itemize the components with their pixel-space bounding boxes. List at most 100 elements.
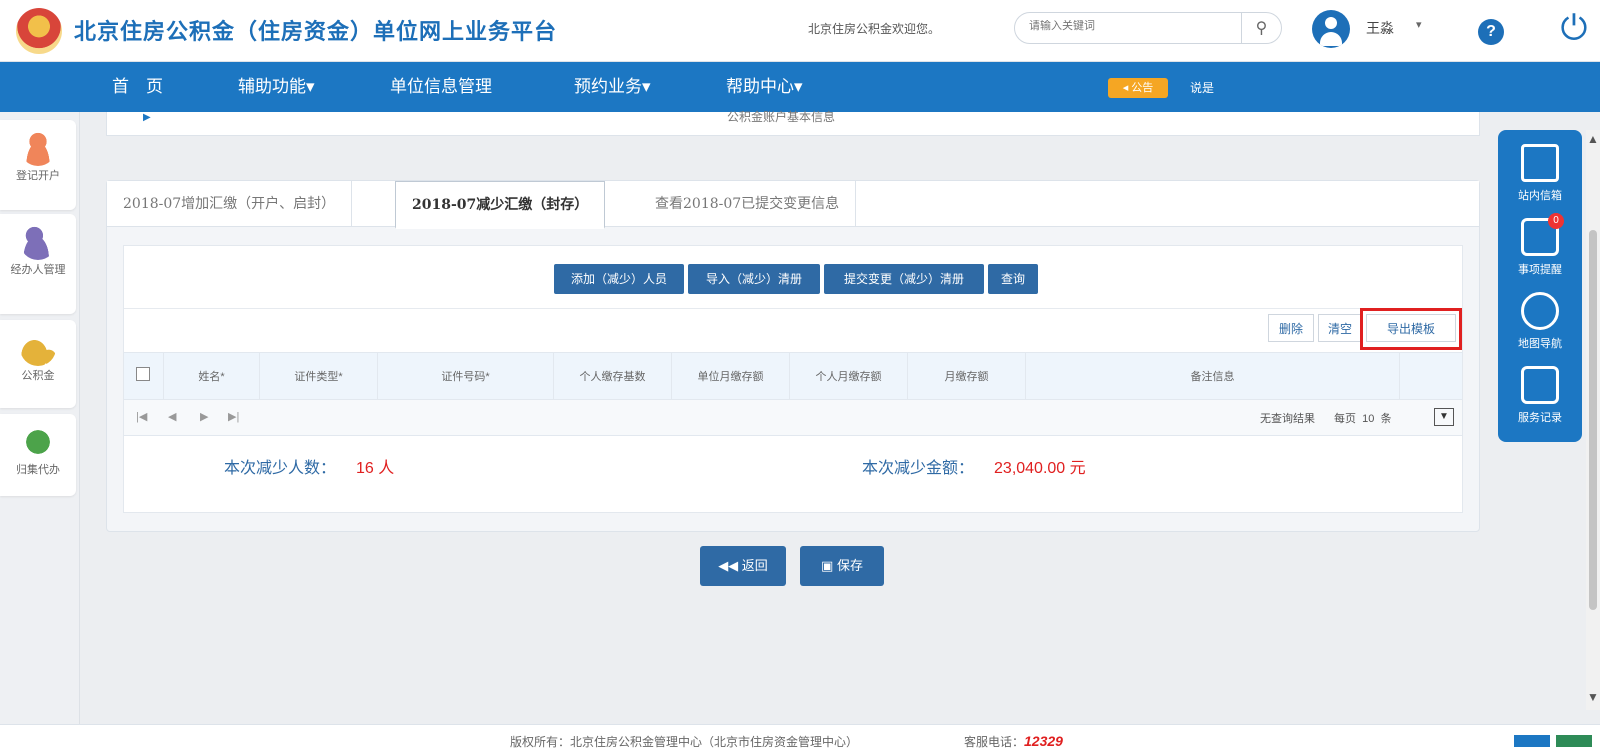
rp-label: 服务记录 <box>1518 412 1562 424</box>
table-pager: |◀ ◀ ▶ ▶| 无查询结果 每页 10 条 ▼ <box>124 400 1462 436</box>
coins-icon <box>20 330 56 366</box>
rp-label: 站内信箱 <box>1518 190 1562 202</box>
sidebar-item-operators[interactable]: 经办人管理 <box>0 214 76 314</box>
calculator-icon <box>1521 366 1559 404</box>
top-header: 北京住房公积金（住房资金）单位网上业务平台 北京住房公积金欢迎您。 ⚲ 王淼 ▾… <box>0 0 1600 62</box>
column-header[interactable]: 个人月缴存额 <box>790 353 908 401</box>
user-avatar-icon[interactable] <box>1312 10 1350 48</box>
tab-increase[interactable]: 2018-07增加汇缴（开户、启封） <box>107 181 353 227</box>
back-button[interactable]: ◀◀ 返回 <box>700 546 786 586</box>
sidebar-item-register[interactable]: 登记开户 <box>0 120 76 210</box>
tab-bar: 2018-07增加汇缴（开户、启封） 2018-07减少汇缴（封存） 查看201… <box>107 181 1479 229</box>
search-input[interactable] <box>1029 20 1239 32</box>
logout-power-icon[interactable]: ⏻ <box>1554 8 1594 48</box>
decrease-panel: 添加（减少）人员 导入（减少）清册 提交变更（减少）清册 查询 删除 清空 导出… <box>123 245 1463 513</box>
notice-badge-label: 公告 <box>1131 82 1154 94</box>
hotline-label: 客服电话： <box>964 735 1025 749</box>
decrease-count-label: 本次减少人数： <box>224 460 337 477</box>
nav-item-unit-info[interactable]: 单位信息管理 <box>390 62 492 112</box>
per-page-dropdown[interactable]: ▼ <box>1434 408 1454 426</box>
next-page-icon[interactable]: ▶ <box>200 410 208 423</box>
search-icon[interactable]: ⚲ <box>1241 13 1281 43</box>
last-page-icon[interactable]: ▶| <box>228 410 239 423</box>
prev-page-icon[interactable]: ◀ <box>168 410 176 423</box>
column-header[interactable]: 月缴存额 <box>908 353 1026 401</box>
service-record-item[interactable]: 服务记录 <box>1498 366 1582 425</box>
sidebar-label: 公积金 <box>21 370 55 382</box>
rewind-icon: ◀◀ <box>718 558 742 573</box>
megaphone-icon: ◂ <box>1122 82 1132 94</box>
user-name[interactable]: 王淼 <box>1366 18 1394 38</box>
tab-submitted[interactable]: 查看2018-07已提交变更信息 <box>639 181 857 227</box>
user-edit-icon <box>20 130 56 166</box>
right-floating-panel: 站内信箱 0 事项提醒 地图导航 服务记录 <box>1498 130 1582 442</box>
nav-item-home[interactable]: 首 页 <box>112 62 163 112</box>
per-page-value: 10 <box>1362 413 1375 425</box>
first-page-icon[interactable]: |◀ <box>136 410 147 423</box>
users-icon <box>20 224 56 260</box>
mailbox-item[interactable]: 站内信箱 <box>1498 144 1582 203</box>
per-page-unit: 条 <box>1380 413 1392 425</box>
save-button[interactable]: ▣ 保存 <box>800 546 884 586</box>
rp-label: 事项提醒 <box>1518 264 1562 276</box>
help-icon[interactable]: ? <box>1478 19 1504 45</box>
expand-arrow-icon[interactable]: ▶ <box>143 112 151 123</box>
collapsed-panel-title: 公积金账户基本信息 <box>727 110 836 124</box>
sidebar-item-fund[interactable]: 公积金 <box>0 320 76 408</box>
left-sidebar: 登记开户 经办人管理 公积金 归集代办 <box>0 112 80 724</box>
select-all-checkbox[interactable] <box>136 367 150 381</box>
user-menu-caret-icon[interactable]: ▾ <box>1416 18 1422 31</box>
select-all-cell <box>124 353 164 401</box>
decrease-count-value: 16 人 <box>356 460 395 477</box>
tab-decrease[interactable]: 2018-07减少汇缴（封存） <box>395 181 606 229</box>
scroll-down-icon[interactable]: ▼ <box>1586 690 1600 704</box>
scroll-up-icon[interactable]: ▲ <box>1586 132 1600 146</box>
document-icon: 0 <box>1521 213 1564 256</box>
hotline: 客服电话：12329 <box>964 733 1063 750</box>
alarm-clock-icon <box>1521 292 1559 330</box>
save-label: 保存 <box>836 558 863 573</box>
page-footer: 版权所有：北京住房公积金管理中心（北京市住房资金管理中心） 客服电话：12329 <box>0 724 1600 754</box>
column-header[interactable]: 单位月缴存额 <box>672 353 790 401</box>
column-header[interactable]: 证件号码* <box>378 353 554 401</box>
reminder-badge: 0 <box>1548 213 1564 229</box>
nav-item-booking[interactable]: 预约业务▾ <box>574 62 651 112</box>
app-title: 北京住房公积金（住房资金）单位网上业务平台 <box>74 19 558 44</box>
table-header: 姓名* 证件类型* 证件号码* 个人缴存基数 单位月缴存额 个人月缴存额 月缴存… <box>124 352 1462 401</box>
add-person-button[interactable]: 添加（减少）人员 <box>554 264 684 294</box>
delete-button[interactable]: 删除 <box>1268 314 1314 342</box>
divider <box>124 308 1462 309</box>
column-header[interactable]: 个人缴存基数 <box>554 353 672 401</box>
notice-badge[interactable]: ◂ 公告 <box>1108 78 1168 98</box>
highlight-annotation <box>1360 308 1462 350</box>
reminder-item[interactable]: 0 事项提醒 <box>1498 213 1582 277</box>
query-button[interactable]: 查询 <box>988 264 1038 294</box>
decrease-amount-value: 23,040.00 元 <box>994 460 1086 477</box>
copyright-text: 版权所有：北京住房公积金管理中心（北京市住房资金管理中心） <box>510 735 859 749</box>
map-item[interactable]: 地图导航 <box>1498 292 1582 351</box>
main-card: 2018-07增加汇缴（开户、启封） 2018-07减少汇缴（封存） 查看201… <box>106 180 1480 532</box>
nav-item-help-center[interactable]: 帮助中心▾ <box>726 62 803 112</box>
submit-change-button[interactable]: 提交变更（减少）清册 <box>824 264 984 294</box>
column-header[interactable]: 备注信息 <box>1026 353 1400 401</box>
sidebar-item-collection[interactable]: 归集代办 <box>0 414 76 496</box>
decrease-amount: 本次减少金额： 23,040.00 元 <box>862 454 1086 478</box>
signpost-icon <box>1521 144 1559 182</box>
price-tag-icon <box>20 424 56 460</box>
notice-text[interactable]: 说是 <box>1190 78 1214 98</box>
no-results-text: 无查询结果 <box>1260 413 1315 425</box>
decrease-count: 本次减少人数： 16 人 <box>224 454 394 478</box>
sidebar-label: 归集代办 <box>16 464 60 476</box>
footer-blue-tab[interactable] <box>1514 735 1550 747</box>
floppy-icon: ▣ <box>821 558 837 573</box>
collapsed-account-panel[interactable]: ▶ 公积金账户基本信息 <box>106 110 1480 136</box>
scrollbar-thumb[interactable] <box>1589 230 1597 610</box>
decrease-amount-label: 本次减少金额： <box>862 460 975 477</box>
clear-button[interactable]: 清空 <box>1318 314 1362 342</box>
search-box: ⚲ <box>1014 12 1282 44</box>
nav-item-aux[interactable]: 辅助功能▾ <box>238 62 315 112</box>
import-list-button[interactable]: 导入（减少）清册 <box>688 264 820 294</box>
column-header[interactable]: 证件类型* <box>260 353 378 401</box>
footer-green-tab[interactable] <box>1556 735 1592 747</box>
column-header[interactable]: 姓名* <box>164 353 260 401</box>
